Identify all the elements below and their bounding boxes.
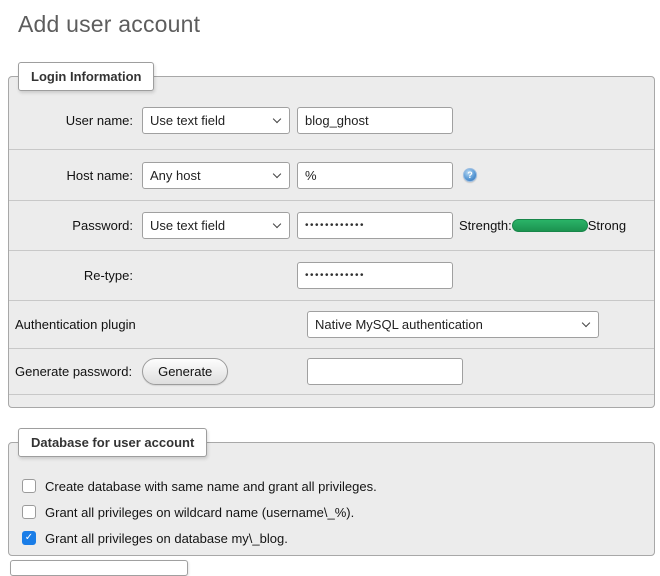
retype-row: Re-type: xyxy=(9,250,654,300)
username-type-selected-value: Use text field xyxy=(150,113,225,128)
password-type-select[interactable]: Use text field xyxy=(142,212,290,239)
hostname-type-selected-value: Any host xyxy=(150,168,201,183)
wildcard-grant-option-row: ✓ Grant all privileges on wildcard name … xyxy=(9,499,654,525)
hostname-type-select[interactable]: Any host xyxy=(142,162,290,189)
page-title: Add user account xyxy=(0,0,660,40)
hostname-input[interactable] xyxy=(297,162,453,189)
next-section-legend-cutoff xyxy=(10,560,188,576)
generate-password-label: Generate password: xyxy=(9,364,132,379)
generate-button[interactable]: Generate xyxy=(142,358,228,385)
strength-meter-bar xyxy=(512,219,588,232)
auth-plugin-label: Authentication plugin xyxy=(9,317,136,332)
username-row: User name: Use text field xyxy=(9,91,654,149)
wildcard-grant-option-label[interactable]: Grant all privileges on wildcard name (u… xyxy=(45,505,354,520)
auth-plugin-select[interactable]: Native MySQL authentication xyxy=(307,311,599,338)
password-strength: Strength: Strong xyxy=(459,218,626,233)
auth-plugin-row: Authentication plugin Native MySQL authe… xyxy=(9,300,654,348)
checkmark-icon: ✓ xyxy=(25,533,33,543)
generated-password-input[interactable] xyxy=(307,358,463,385)
password-row: Password: Use text field Strength: Stron… xyxy=(9,200,654,250)
auth-plugin-selected-value: Native MySQL authentication xyxy=(315,317,483,332)
login-information-fieldset: Login Information User name: Use text fi… xyxy=(8,62,655,408)
login-information-legend: Login Information xyxy=(18,62,154,91)
hostname-label: Host name: xyxy=(9,168,142,183)
database-for-user-fieldset: Database for user account ✓ Create datab… xyxy=(8,428,655,556)
chevron-down-icon xyxy=(582,319,590,327)
grant-db-checkbox[interactable]: ✓ xyxy=(22,531,36,545)
grant-db-option-row: ✓ Grant all privileges on database my\_b… xyxy=(9,525,654,551)
chevron-down-icon xyxy=(273,169,281,177)
password-type-selected-value: Use text field xyxy=(150,218,225,233)
generate-password-row: Generate password: Generate xyxy=(9,348,654,394)
password-input[interactable] xyxy=(297,212,453,239)
help-icon[interactable]: ? xyxy=(463,168,477,182)
username-input[interactable] xyxy=(297,107,453,134)
retype-label: Re-type: xyxy=(9,268,142,283)
wildcard-grant-checkbox[interactable]: ✓ xyxy=(22,505,36,519)
password-label: Password: xyxy=(9,218,142,233)
chevron-down-icon xyxy=(273,220,281,228)
grant-db-option-label[interactable]: Grant all privileges on database my\_blo… xyxy=(45,531,288,546)
create-db-checkbox[interactable]: ✓ xyxy=(22,479,36,493)
chevron-down-icon xyxy=(273,114,281,122)
retype-password-input[interactable] xyxy=(297,262,453,289)
hostname-row: Host name: Any host ? xyxy=(9,149,654,200)
strength-value: Strong xyxy=(588,218,626,233)
login-fieldset-footer xyxy=(9,394,654,407)
username-type-select[interactable]: Use text field xyxy=(142,107,290,134)
create-db-option-label[interactable]: Create database with same name and grant… xyxy=(45,479,377,494)
username-label: User name: xyxy=(9,113,142,128)
database-for-user-legend: Database for user account xyxy=(18,428,207,457)
create-db-option-row: ✓ Create database with same name and gra… xyxy=(9,473,654,499)
strength-label: Strength: xyxy=(459,218,512,233)
